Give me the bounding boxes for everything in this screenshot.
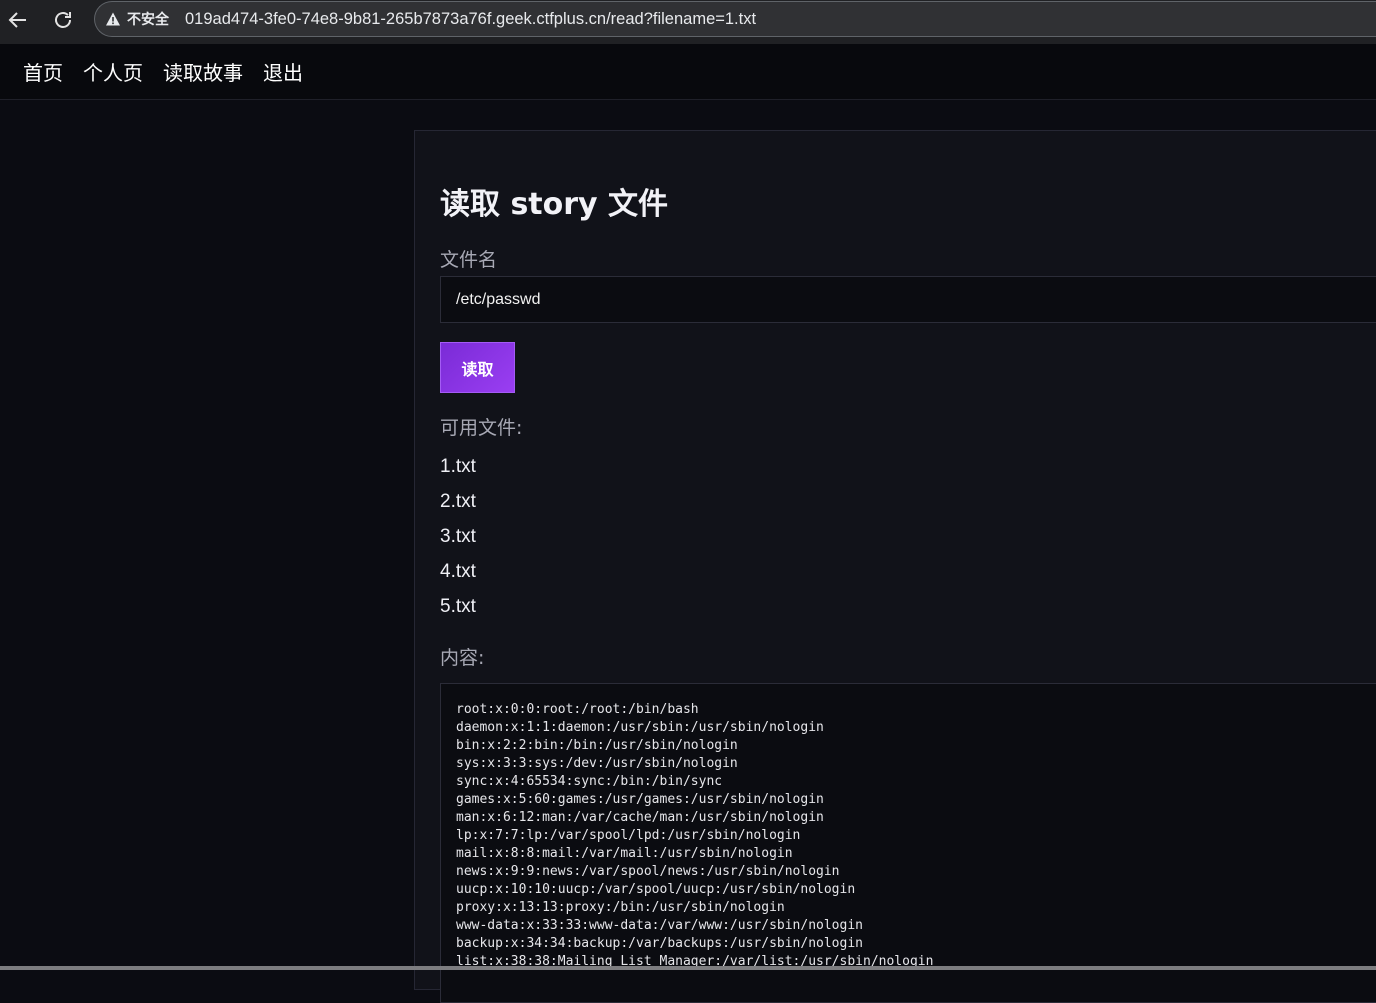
content-line: sys:x:3:3:sys:/dev:/usr/sbin/nologin (456, 756, 738, 771)
file-link-2[interactable]: 2.txt (440, 484, 476, 519)
nav-read-story[interactable]: 读取故事 (163, 57, 243, 86)
file-content-box[interactable]: root:x:0:0:root:/root:/bin/bash daemon:x… (440, 683, 1376, 1003)
back-button[interactable] (0, 4, 36, 36)
content-line: bin:x:2:2:bin:/bin:/usr/sbin/nologin (456, 738, 738, 753)
available-files-label: 可用文件: (440, 417, 523, 439)
content-line: uucp:x:10:10:uucp:/var/spool/uucp:/usr/s… (456, 882, 856, 897)
url-text[interactable]: 019ad474-3fe0-74e8-9b81-265b7873a76f.gee… (185, 10, 756, 29)
content-line: proxy:x:13:13:proxy:/bin:/usr/sbin/nolog… (456, 900, 785, 915)
content-line: games:x:5:60:games:/usr/games:/usr/sbin/… (456, 792, 824, 807)
content-line: root:x:0:0:root:/root:/bin/bash (456, 702, 699, 717)
file-link-3[interactable]: 3.txt (440, 519, 476, 554)
address-bar[interactable]: 不安全 019ad474-3fe0-74e8-9b81-265b7873a76f… (94, 1, 1376, 37)
file-link-5[interactable]: 5.txt (440, 589, 476, 624)
content-line: daemon:x:1:1:daemon:/usr/sbin:/usr/sbin/… (456, 720, 824, 735)
read-button[interactable]: 读取 (440, 342, 515, 393)
back-arrow-icon (8, 12, 26, 28)
content-line: man:x:6:12:man:/var/cache/man:/usr/sbin/… (456, 810, 824, 825)
file-link-4[interactable]: 4.txt (440, 554, 476, 589)
reload-button[interactable] (45, 4, 81, 36)
nav-profile[interactable]: 个人页 (83, 57, 143, 86)
content-line: news:x:9:9:news:/var/spool/news:/usr/sbi… (456, 864, 840, 879)
window-bottom-edge (0, 966, 1376, 970)
security-label: 不安全 (127, 12, 169, 28)
filename-label: 文件名 (440, 249, 498, 271)
file-list: 1.txt 2.txt 3.txt 4.txt 5.txt (440, 449, 476, 624)
site-navbar: 首页 个人页 读取故事 退出 (0, 44, 1376, 100)
reload-icon (55, 12, 71, 28)
content-line: mail:x:8:8:mail:/var/mail:/usr/sbin/nolo… (456, 846, 793, 861)
nav-home[interactable]: 首页 (23, 57, 63, 86)
content-line: lp:x:7:7:lp:/var/spool/lpd:/usr/sbin/nol… (456, 828, 801, 843)
filename-input[interactable] (440, 276, 1376, 323)
content-line: www-data:x:33:33:www-data:/var/www:/usr/… (456, 918, 863, 933)
page-title: 读取 story 文件 (440, 187, 669, 222)
file-link-1[interactable]: 1.txt (440, 449, 476, 484)
read-story-card: 读取 story 文件 文件名 读取 可用文件: 1.txt 2.txt 3.t… (414, 130, 1376, 1003)
file-content: root:x:0:0:root:/root:/bin/bash daemon:x… (441, 684, 1376, 988)
content-label: 内容: (440, 647, 485, 669)
content-line: backup:x:34:34:backup:/var/backups:/usr/… (456, 936, 863, 951)
content-line: sync:x:4:65534:sync:/bin:/bin/sync (456, 774, 723, 789)
warning-icon (106, 12, 120, 26)
nav-logout[interactable]: 退出 (263, 57, 303, 86)
browser-toolbar: 不安全 019ad474-3fe0-74e8-9b81-265b7873a76f… (0, 0, 1376, 44)
security-indicator[interactable]: 不安全 (105, 9, 169, 29)
